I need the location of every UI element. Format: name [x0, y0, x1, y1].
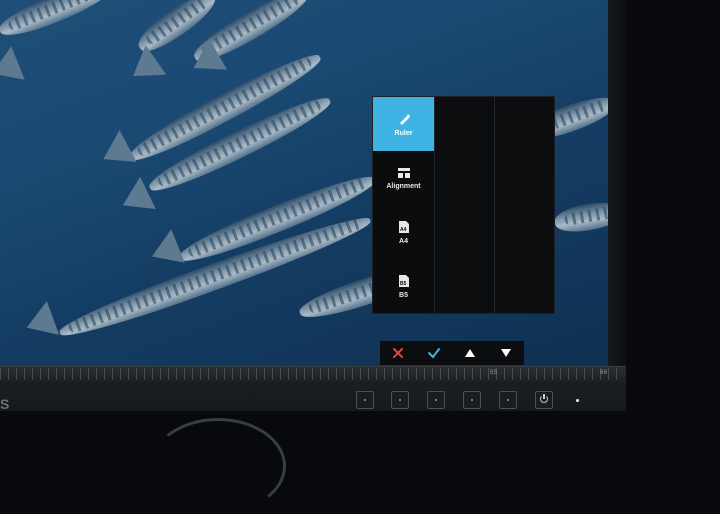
power-led — [576, 399, 579, 402]
hardware-button-3[interactable] — [427, 391, 445, 409]
ruler-icon — [399, 113, 410, 125]
a4-page-icon: A4 — [398, 220, 409, 233]
osd-item-ruler[interactable]: Ruler — [373, 97, 434, 151]
fish-tail — [145, 229, 185, 274]
down-arrow-icon — [501, 349, 511, 357]
b5-page-icon: B5 — [398, 274, 409, 287]
fish-tail — [20, 301, 60, 345]
osd-item-b5[interactable]: B5 B5 — [373, 259, 434, 313]
brand-logo: S — [0, 396, 10, 412]
stand-cable — [150, 418, 286, 514]
fish-tail — [0, 46, 25, 91]
ruler-number: 55 — [490, 369, 498, 376]
bezel-right — [608, 0, 626, 410]
hardware-button-4[interactable] — [463, 391, 481, 409]
osd-nav-bar — [380, 341, 524, 365]
osd-item-label: Ruler — [394, 129, 413, 137]
ruler-number: 60 — [600, 369, 608, 376]
osd-item-label: Alignment — [386, 182, 421, 190]
osd-item-alignment[interactable]: Alignment — [373, 151, 434, 205]
bezel-ruler — [0, 368, 622, 380]
osd-value-column — [494, 97, 554, 313]
check-icon — [428, 348, 440, 359]
osd-menu: Ruler Alignment A4 A4 B5 B5 — [372, 96, 555, 314]
confirm-button[interactable] — [422, 343, 446, 363]
down-button[interactable] — [494, 343, 518, 363]
osd-item-label: B5 — [399, 291, 408, 299]
osd-menu-column: Ruler Alignment A4 A4 B5 B5 — [373, 97, 434, 313]
fish — [55, 207, 375, 346]
hardware-button-1[interactable] — [356, 391, 374, 409]
osd-item-a4[interactable]: A4 A4 — [373, 205, 434, 259]
fish — [0, 0, 117, 44]
fish — [552, 198, 608, 236]
close-button[interactable] — [386, 343, 410, 363]
osd-item-label: A4 — [399, 237, 408, 245]
alignment-icon — [397, 167, 410, 178]
close-icon — [393, 348, 403, 358]
hardware-button-2[interactable] — [391, 391, 409, 409]
osd-submenu-column — [434, 97, 494, 313]
hardware-button-5[interactable] — [499, 391, 517, 409]
up-button[interactable] — [458, 343, 482, 363]
fish-tail — [94, 130, 137, 176]
power-button[interactable] — [535, 391, 553, 409]
svg-text:B5: B5 — [400, 281, 407, 287]
fish-tail — [122, 45, 167, 91]
up-arrow-icon — [465, 349, 475, 357]
svg-text:A4: A4 — [400, 227, 407, 233]
